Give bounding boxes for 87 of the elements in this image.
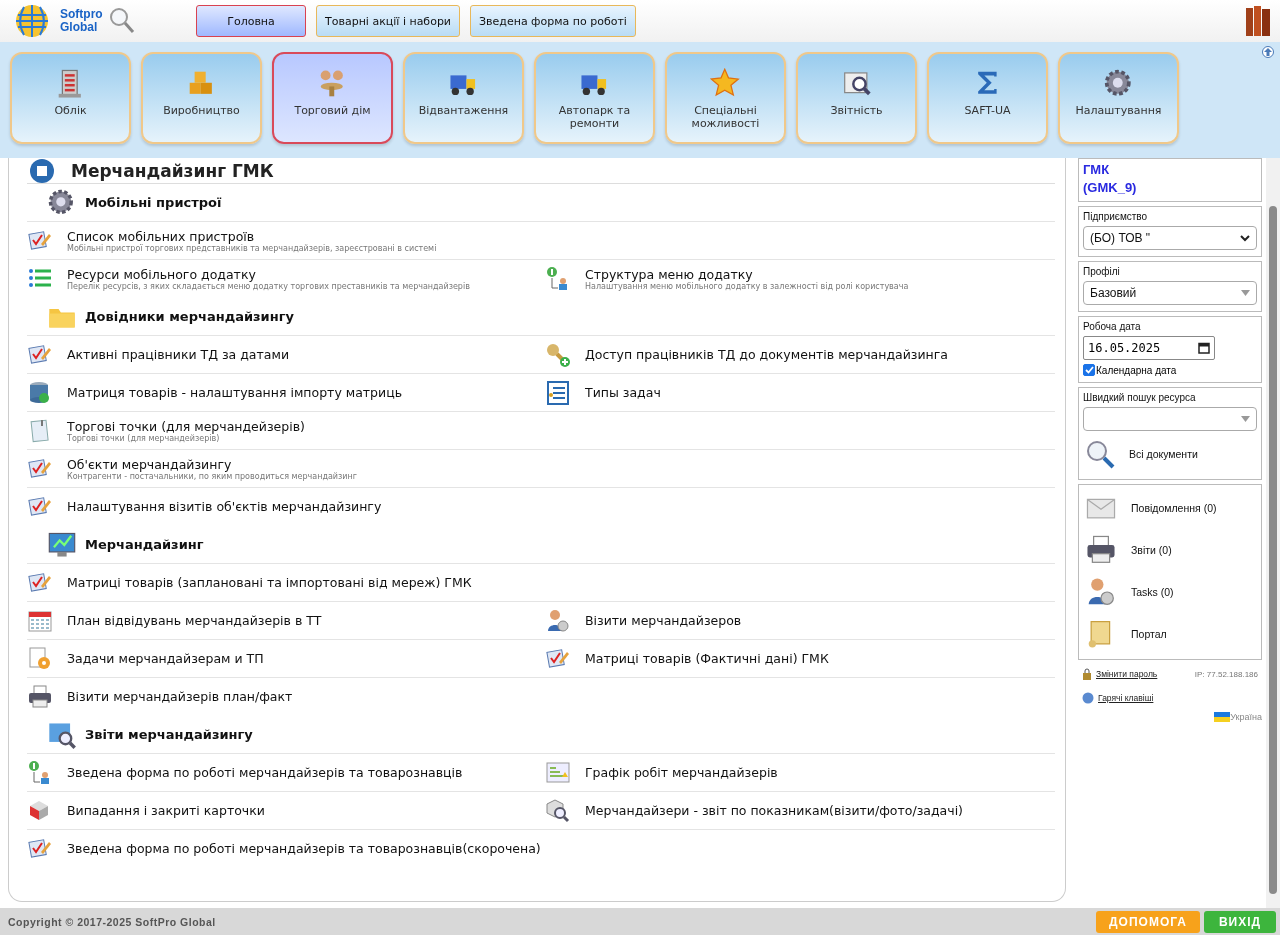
sidebar-link[interactable]: Портал <box>1083 615 1257 653</box>
menu-link[interactable]: Матриця товарів - налаштування імпорту матриць <box>67 385 403 400</box>
profile-select[interactable]: Базовий <box>1083 281 1257 305</box>
user-name: ГМК <box>1083 163 1111 177</box>
menu-link[interactable]: Список мобільних пристроїв <box>67 228 437 244</box>
ip-address: IP: 77.52.188.186 <box>1194 669 1258 679</box>
section-heading: Мерчандайзинг <box>85 537 204 552</box>
person-icon <box>545 607 571 634</box>
lock-icon <box>1082 668 1092 680</box>
module-tile[interactable]: Відвантаження <box>403 52 524 144</box>
menu-link[interactable]: Мерчандайзери - звіт по показникам(візити/фото/задачі) <box>585 803 963 818</box>
menu-link[interactable]: Зведена форма по роботі мерчандайзерів та товарознавців(скорочена) <box>67 841 541 856</box>
menu-link[interactable]: Матриці товарів (Фактичні дані) ГМК <box>585 651 829 666</box>
menu-link[interactable]: Випадання і закриті карточки <box>67 803 265 818</box>
section-heading: Мобільні пристрої <box>85 195 222 210</box>
menu-description: Мобільні пристрої торгових представників та мерчандайзерів, зареєстровані в системі <box>67 243 437 253</box>
menu-link[interactable]: Візити мерчандайзерів план/факт <box>67 689 293 704</box>
task-list-icon <box>545 379 571 406</box>
title-icon <box>27 158 57 184</box>
resource-select[interactable] <box>1083 407 1257 431</box>
books-icon <box>1244 4 1272 38</box>
key-icon <box>545 341 571 368</box>
all-documents-link[interactable]: Всі документи <box>1083 435 1257 473</box>
printer-icon <box>27 683 53 710</box>
top-tab[interactable]: Товарні акції і набори <box>316 5 460 37</box>
module-tile[interactable]: Автопарк та ремонти <box>534 52 655 144</box>
copyright-text: Copyright © 2017-2025 SoftPro Global <box>8 915 216 928</box>
search-icon[interactable] <box>108 7 135 35</box>
calendar-icon <box>1198 342 1210 354</box>
module-tile[interactable]: SAFT-UA <box>927 52 1048 144</box>
logo-text: Softpro Global <box>60 8 103 34</box>
menu-link[interactable]: Типы задач <box>585 385 661 400</box>
user-name: (GMK_9) <box>1083 181 1138 195</box>
chevron-icon <box>1240 234 1250 242</box>
checkbox-label: Календарна дата <box>1096 364 1177 376</box>
up-arrow-icon[interactable] <box>1262 46 1274 58</box>
menu-description: Контрагенти - постачальники, по яким проводиться мерчандайзинг <box>67 471 357 481</box>
field-label: Підприємство <box>1083 211 1149 222</box>
top-tab[interactable]: Зведена форма по роботі <box>470 5 636 37</box>
page-title: Мерчандайзинг ГМК <box>71 160 274 181</box>
caret-icon <box>1241 290 1250 296</box>
menu-link[interactable]: Матриці товарів (заплановані та імпортовані від мереж) ГМК <box>67 575 472 590</box>
menu-link[interactable]: Ресурси мобільного додатку <box>67 266 470 282</box>
date-field[interactable]: 16.05.2025 <box>1083 336 1215 360</box>
menu-link[interactable]: План відвідувань мерчандайзерів в ТТ <box>67 613 322 628</box>
module-tile[interactable]: Налаштування <box>1058 52 1179 144</box>
module-tile[interactable]: Торговий дім <box>272 52 393 144</box>
menu-link[interactable]: Налаштування візитів об'єктів мерчандайзингу <box>67 499 382 514</box>
module-tile[interactable]: Звітність <box>796 52 917 144</box>
document-gear-icon <box>27 645 53 672</box>
section-heading: Звіти мерчандайзингу <box>85 727 253 742</box>
menu-link[interactable]: Структура меню додатку <box>585 266 909 282</box>
menu-link[interactable]: Доступ працівників ТД до документів мерчандайзинга <box>585 347 949 362</box>
language-label: Україна <box>1230 712 1262 722</box>
menu-description: Налаштування меню мобільного додатку в залежності від ролі користувача <box>585 281 909 291</box>
menu-link[interactable]: Графік робіт мерчандайзерів <box>585 765 778 780</box>
enterprise-select[interactable]: (БО) ТОВ " <box>1083 226 1257 250</box>
caret-icon <box>1241 416 1250 422</box>
checkbox[interactable] <box>1083 364 1095 376</box>
menu-link[interactable]: Об'єкти мерчандайзингу <box>67 456 357 472</box>
menu-description: Перелік ресурсів, з яких складається меню додатку торгових преставників та мерчандайзерів <box>67 281 470 291</box>
top-tab[interactable]: Головна <box>196 5 306 37</box>
sidebar-link[interactable]: Повідомлення (0) <box>1083 489 1257 527</box>
module-tile[interactable]: Виробництво <box>141 52 262 144</box>
search-icon <box>1085 439 1115 469</box>
menu-link[interactable]: Візити мерчандайзеров <box>585 613 742 628</box>
module-tile[interactable]: Облік <box>10 52 131 144</box>
sidebar-link[interactable]: Tasks (0) <box>1083 573 1257 611</box>
sidebar-link[interactable]: Звіти (0) <box>1083 531 1257 569</box>
field-label: Робоча дата <box>1083 321 1142 332</box>
module-tile[interactable]: Спеціальні можливості <box>665 52 786 144</box>
menu-link[interactable]: Активні працівники ТД за датами <box>67 347 289 362</box>
scrollbar[interactable] <box>1266 158 1280 908</box>
flag-icon <box>1214 712 1231 722</box>
field-label: Швидкий пошук ресурса <box>1083 392 1197 403</box>
change-password-link[interactable]: Змінити пароль <box>1082 668 1158 680</box>
menu-link[interactable]: Зведена форма по роботі мерчандайзерів та товарознавців <box>67 765 463 780</box>
printer-icon <box>1085 534 1117 566</box>
chart-icon <box>545 759 571 786</box>
field-label: Профілі <box>1083 266 1121 277</box>
menu-link[interactable]: Торгові точки (для мерчандейзерів) <box>67 418 305 434</box>
menu-description: Торгові точки (для мерчандейзерів) <box>67 433 220 443</box>
magnifier-icon <box>545 797 571 824</box>
scrollbar-thumb[interactable] <box>1269 206 1277 894</box>
menu-link[interactable]: Задачи мерчандайзерам и ТП <box>67 651 264 666</box>
hotkeys-link[interactable]: Гарячі клавіші <box>1082 692 1154 704</box>
section-heading: Довідники мерчандайзингу <box>85 309 294 324</box>
